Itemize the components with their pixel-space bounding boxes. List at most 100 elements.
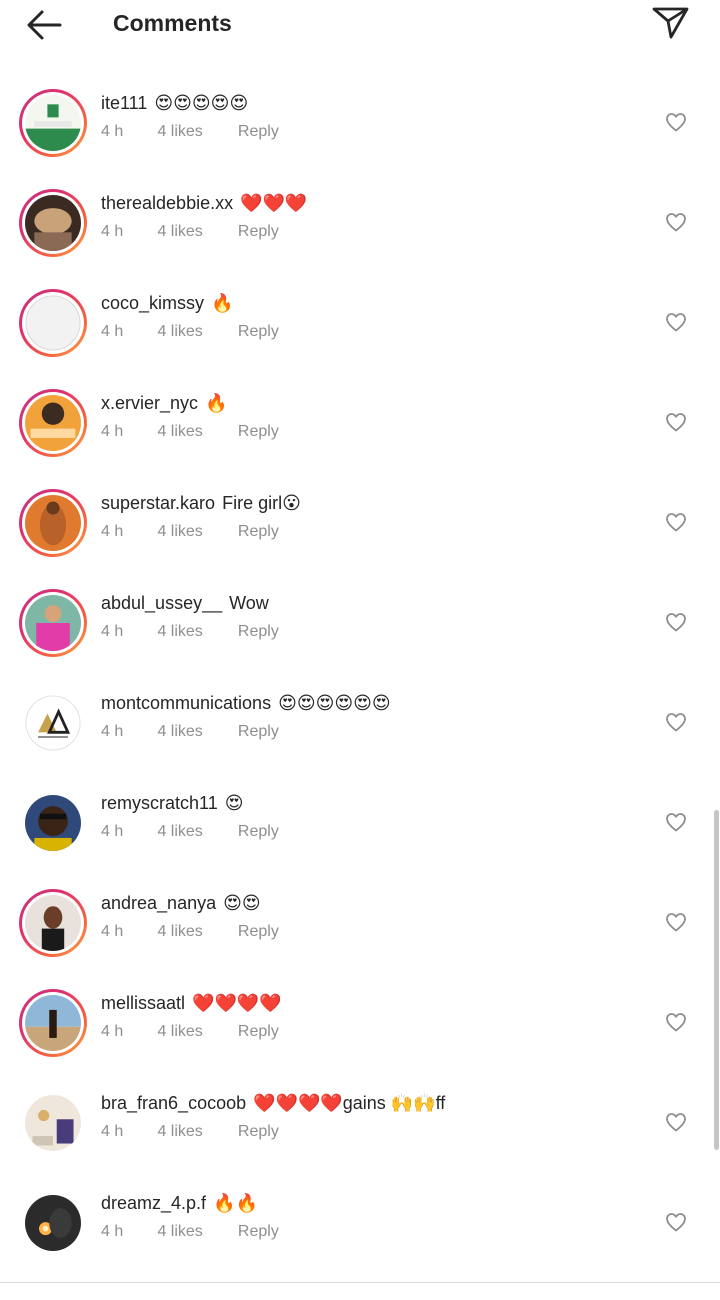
like-button[interactable] bbox=[664, 110, 688, 134]
comment-username[interactable]: coco_kimssy bbox=[101, 293, 204, 313]
like-button[interactable] bbox=[664, 510, 688, 534]
comment-likes[interactable]: 4 likes bbox=[157, 1022, 233, 1042]
comment-meta: 4 h 4 likes Reply bbox=[101, 622, 279, 642]
comment-row: superstar.karo Fire girl😮 4 h 4 likes Re… bbox=[0, 473, 720, 573]
comment-username[interactable]: abdul_ussey__ bbox=[101, 593, 222, 613]
comment-likes[interactable]: 4 likes bbox=[157, 922, 233, 942]
comment-username[interactable]: mellissaatl bbox=[101, 993, 185, 1013]
avatar[interactable] bbox=[19, 1089, 87, 1157]
avatar[interactable] bbox=[19, 989, 87, 1057]
comment-username[interactable]: therealdebbie.xx bbox=[101, 193, 233, 213]
comment-likes[interactable]: 4 likes bbox=[157, 1122, 233, 1142]
comment-time: 4 h bbox=[101, 523, 124, 540]
comment-text-line: mellissaatl ❤️❤️❤️❤️ bbox=[101, 991, 282, 1015]
reply-button[interactable]: Reply bbox=[238, 922, 279, 942]
like-button[interactable] bbox=[664, 810, 688, 834]
comment-username[interactable]: ite111 bbox=[101, 93, 147, 113]
comment-username[interactable]: dreamz_4.p.f bbox=[101, 1193, 206, 1213]
comment-time: 4 h bbox=[101, 923, 124, 940]
comment-meta: 4 h 4 likes Reply bbox=[101, 722, 279, 742]
reply-button[interactable]: Reply bbox=[238, 322, 279, 342]
comment-meta: 4 h 4 likes Reply bbox=[101, 522, 279, 542]
comment-likes[interactable]: 4 likes bbox=[157, 422, 233, 442]
avatar[interactable] bbox=[19, 1189, 87, 1257]
comment-body: 😍😍 bbox=[223, 893, 261, 913]
comment-likes[interactable]: 4 likes bbox=[157, 222, 233, 242]
heart-icon bbox=[666, 1013, 686, 1032]
comment-text-line: superstar.karo Fire girl😮 bbox=[101, 491, 301, 515]
comment-meta: 4 h 4 likes Reply bbox=[101, 1122, 279, 1142]
heart-icon bbox=[666, 1113, 686, 1132]
reply-button[interactable]: Reply bbox=[238, 122, 279, 142]
comment-body: 🔥 bbox=[205, 393, 228, 413]
avatar[interactable] bbox=[19, 789, 87, 857]
reply-button[interactable]: Reply bbox=[238, 622, 279, 642]
comment-text-line: coco_kimssy 🔥 bbox=[101, 291, 233, 315]
heart-icon bbox=[666, 413, 686, 432]
avatar[interactable] bbox=[19, 689, 87, 757]
comment-row: remyscratch11 😍 4 h 4 likes Reply bbox=[0, 773, 720, 873]
reply-button[interactable]: Reply bbox=[238, 1222, 279, 1242]
send-icon bbox=[652, 7, 689, 39]
reply-button[interactable]: Reply bbox=[238, 1022, 279, 1042]
comment-row: andrea_nanya 😍😍 4 h 4 likes Reply bbox=[0, 873, 720, 973]
reply-button[interactable]: Reply bbox=[238, 822, 279, 842]
avatar[interactable] bbox=[19, 89, 87, 157]
comment-time: 4 h bbox=[101, 823, 124, 840]
comment-username[interactable]: x.ervier_nyc bbox=[101, 393, 198, 413]
heart-icon bbox=[666, 713, 686, 732]
avatar[interactable] bbox=[19, 889, 87, 957]
comment-username[interactable]: andrea_nanya bbox=[101, 893, 216, 913]
avatar[interactable] bbox=[19, 389, 87, 457]
comment-text-line: x.ervier_nyc 🔥 bbox=[101, 391, 227, 415]
comment-row: ite111 😍😍😍😍😍 4 h 4 likes Reply bbox=[0, 73, 720, 173]
comment-meta: 4 h 4 likes Reply bbox=[101, 822, 279, 842]
comment-row: mellissaatl ❤️❤️❤️❤️ 4 h 4 likes Reply bbox=[0, 973, 720, 1073]
share-button[interactable] bbox=[648, 2, 692, 42]
comment-username[interactable]: montcommunications bbox=[101, 693, 271, 713]
comment-time: 4 h bbox=[101, 123, 124, 140]
like-button[interactable] bbox=[664, 710, 688, 734]
scrollbar[interactable] bbox=[714, 810, 719, 1150]
like-button[interactable] bbox=[664, 410, 688, 434]
comment-text-line: dreamz_4.p.f 🔥🔥 bbox=[101, 1191, 258, 1215]
like-button[interactable] bbox=[664, 610, 688, 634]
reply-button[interactable]: Reply bbox=[238, 522, 279, 542]
avatar[interactable] bbox=[19, 489, 87, 557]
comment-username[interactable]: remyscratch11 bbox=[101, 793, 218, 813]
like-button[interactable] bbox=[664, 1010, 688, 1034]
comment-body: ❤️❤️❤️❤️ bbox=[192, 993, 282, 1013]
avatar[interactable] bbox=[19, 589, 87, 657]
comment-likes[interactable]: 4 likes bbox=[157, 322, 233, 342]
like-button[interactable] bbox=[664, 210, 688, 234]
reply-button[interactable]: Reply bbox=[238, 722, 279, 742]
like-button[interactable] bbox=[664, 310, 688, 334]
reply-button[interactable]: Reply bbox=[238, 1122, 279, 1142]
like-button[interactable] bbox=[664, 910, 688, 934]
comment-likes[interactable]: 4 likes bbox=[157, 622, 233, 642]
comment-row: montcommunications 😍😍😍😍😍😍 4 h 4 likes Re… bbox=[0, 673, 720, 773]
comment-username[interactable]: superstar.karo bbox=[101, 493, 215, 513]
comment-likes[interactable]: 4 likes bbox=[157, 122, 233, 142]
comment-row: bra_fran6_cocoob ❤️❤️❤️❤️gains 🙌🙌ff 4 h … bbox=[0, 1073, 720, 1173]
avatar[interactable] bbox=[19, 289, 87, 357]
heart-icon bbox=[666, 913, 686, 932]
heart-icon bbox=[666, 613, 686, 632]
comment-meta: 4 h 4 likes Reply bbox=[101, 322, 279, 342]
reply-button[interactable]: Reply bbox=[238, 222, 279, 242]
arrow-left-icon bbox=[27, 10, 62, 40]
like-button[interactable] bbox=[664, 1210, 688, 1234]
avatar[interactable] bbox=[19, 189, 87, 257]
comment-likes[interactable]: 4 likes bbox=[157, 1222, 233, 1242]
comment-text-line: therealdebbie.xx ❤️❤️❤️ bbox=[101, 191, 307, 215]
comment-likes[interactable]: 4 likes bbox=[157, 722, 233, 742]
comment-text-line: andrea_nanya 😍😍 bbox=[101, 891, 261, 915]
comment-likes[interactable]: 4 likes bbox=[157, 522, 233, 542]
comment-text-line: remyscratch11 😍 bbox=[101, 791, 243, 815]
like-button[interactable] bbox=[664, 1110, 688, 1134]
heart-icon bbox=[666, 513, 686, 532]
back-button[interactable] bbox=[24, 8, 64, 42]
comment-username[interactable]: bra_fran6_cocoob bbox=[101, 1093, 246, 1113]
reply-button[interactable]: Reply bbox=[238, 422, 279, 442]
comment-likes[interactable]: 4 likes bbox=[157, 822, 233, 842]
